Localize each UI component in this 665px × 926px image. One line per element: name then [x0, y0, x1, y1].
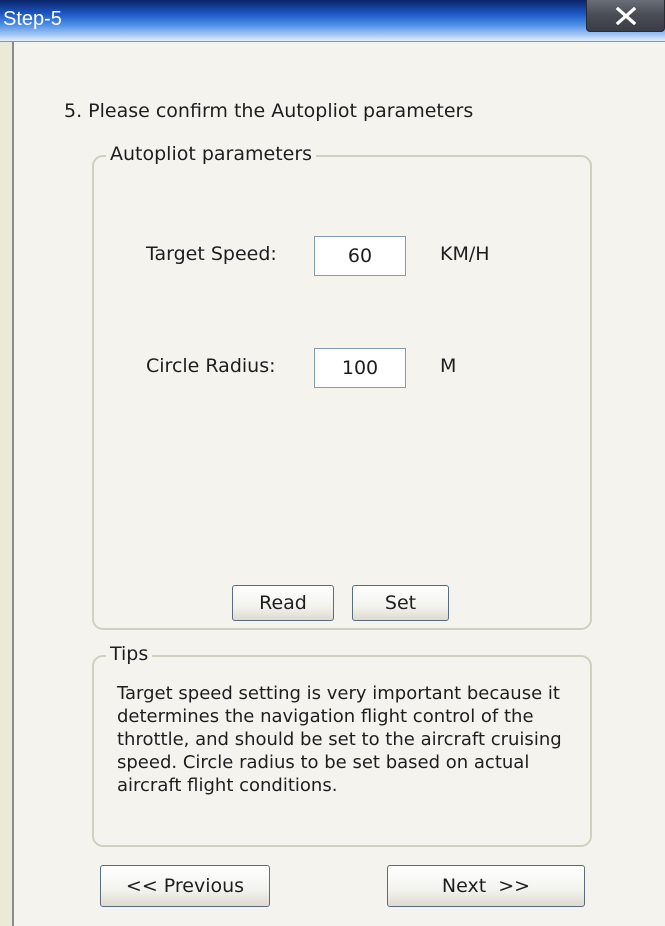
target-speed-unit: KM/H [440, 243, 490, 265]
title-bar[interactable]: Step-5 [0, 0, 665, 42]
step-heading: 5. Please confirm the Autopliot paramete… [64, 100, 474, 122]
circle-radius-label: Circle Radius: [146, 355, 276, 377]
wizard-window: Step-5 5. Please confirm the Autopliot p… [0, 0, 665, 926]
previous-button[interactable]: << Previous [100, 865, 270, 907]
autopilot-parameters-legend: Autopliot parameters [106, 143, 317, 165]
target-speed-input[interactable] [314, 236, 406, 276]
target-speed-label: Target Speed: [146, 243, 277, 265]
circle-radius-input[interactable] [314, 348, 406, 388]
circle-radius-unit: M [440, 355, 457, 377]
window-title: Step-5 [3, 8, 62, 30]
close-icon [615, 6, 637, 25]
tips-text: Target speed setting is very important b… [117, 683, 562, 796]
next-button[interactable]: Next >> [387, 865, 585, 907]
close-button[interactable] [586, 0, 665, 32]
set-button[interactable]: Set [352, 585, 449, 621]
autopilot-parameters-group: Autopliot parameters [92, 143, 592, 630]
tips-legend: Tips [106, 643, 153, 665]
read-button[interactable]: Read [232, 585, 334, 621]
